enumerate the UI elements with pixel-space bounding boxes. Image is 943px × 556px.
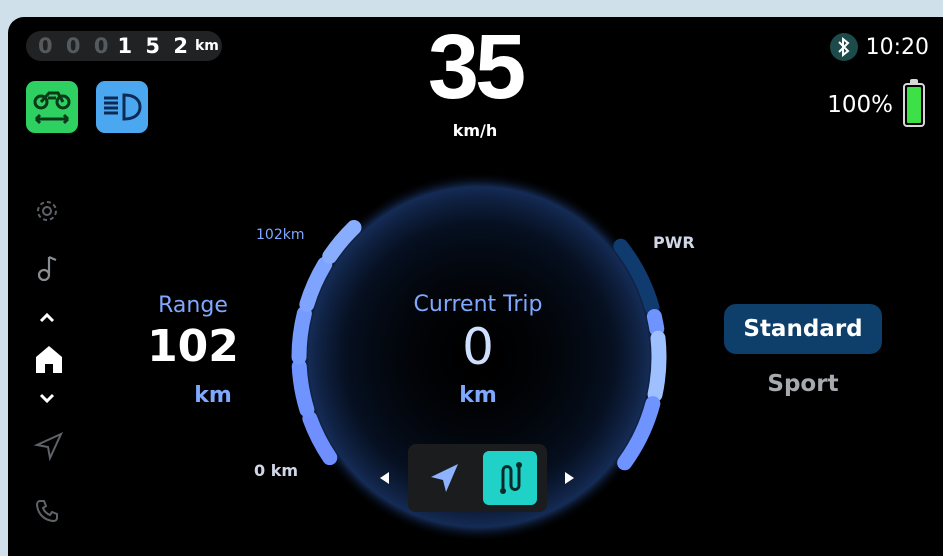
music-icon[interactable] [34,254,60,284]
dashboard-screen: 0 0 0 1 5 2 km 35 km/h 10:20 100% Range … [8,17,943,556]
nav-right-arrow-icon[interactable] [565,472,574,484]
range-min-label: 0 km [254,461,299,480]
headlight-indicator [96,81,148,133]
trip-label: Current Trip [413,292,543,317]
bottom-nav [408,444,547,512]
odometer-leading-digits: 0 0 0 [38,34,112,58]
motorcycle-stand-icon [33,91,71,125]
clock: 10:20 [865,34,929,60]
speed-value: 35 [427,17,526,118]
power-segment [647,330,667,402]
range-value: 102 [147,321,239,372]
battery-status: 100% [827,79,925,127]
bluetooth-icon [829,33,858,61]
route-icon[interactable] [483,451,537,505]
phone-icon[interactable] [34,498,60,524]
navigation-icon[interactable] [34,431,64,461]
range-segment [291,358,315,418]
odometer: 0 0 0 1 5 2 km [26,31,222,61]
navigation-arrow-icon[interactable] [418,451,472,505]
headlight-icon [104,93,142,121]
trip-unit: km [459,383,497,408]
status-bar: 10:20 [829,33,929,61]
chevron-down-icon[interactable] [34,391,60,405]
nav-left-arrow-icon[interactable] [380,472,389,484]
power-label: PWR [653,233,695,252]
home-icon[interactable] [34,343,64,375]
chevron-up-icon[interactable] [34,311,60,325]
mode-standard-button[interactable]: Standard [724,304,882,354]
range-max-label: 102km [256,227,305,243]
power-segment [646,309,665,337]
speed-unit: km/h [452,121,498,140]
battery-percent: 100% [827,92,893,118]
trip-value: 0 [462,318,494,376]
battery-icon [903,79,925,127]
range-label: Range [158,293,228,318]
odometer-unit: km [194,38,219,54]
mode-sport-button[interactable]: Sport [724,363,882,405]
range-unit: km [194,383,232,408]
settings-icon[interactable] [34,198,60,224]
battery-fill [907,87,921,123]
range-segment [291,305,312,365]
motorcycle-stand-indicator [26,81,78,133]
odometer-digits: 1 5 2 [117,34,191,58]
